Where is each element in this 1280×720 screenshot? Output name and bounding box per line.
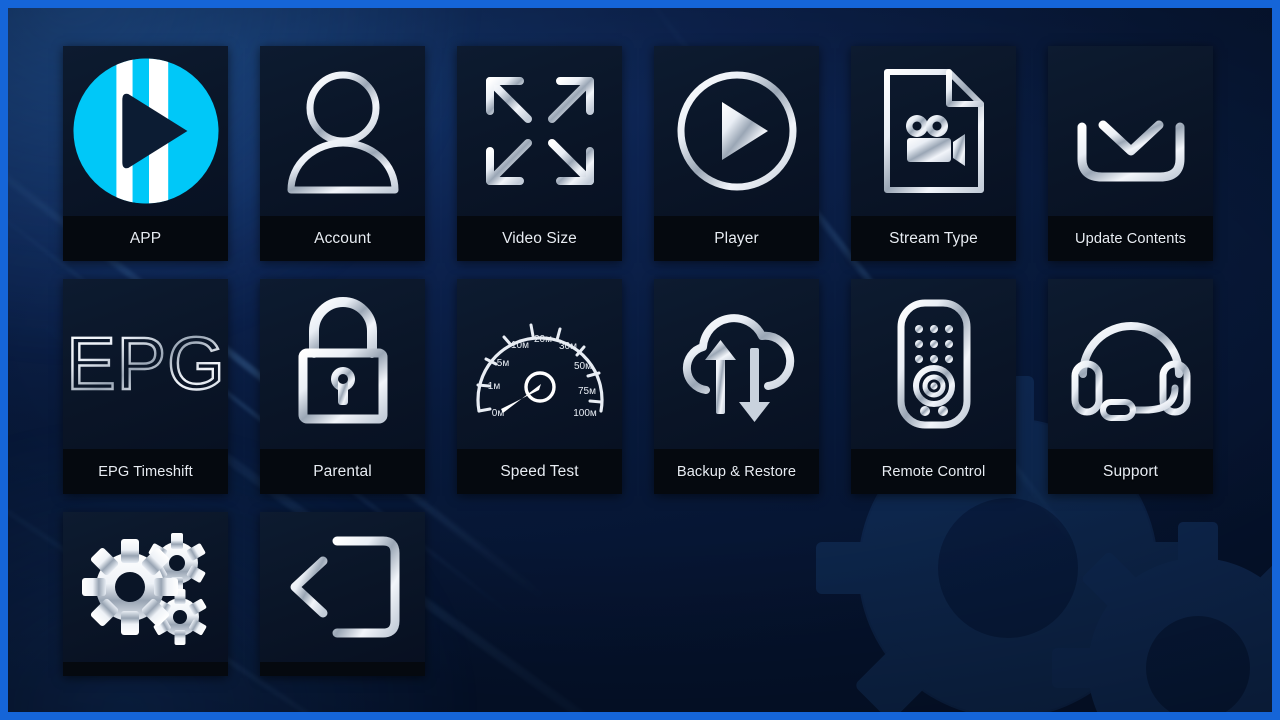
gauge-tick-4: 20м [534, 334, 552, 345]
settings-tile-grid: APP Account Video Size Player Stream Typ… [63, 46, 1223, 676]
gauge-tick-2: 5м [496, 358, 509, 369]
tile-update-contents[interactable]: Update Contents [1048, 46, 1213, 261]
gauge-tick-5: 30м [559, 341, 577, 352]
tile-backup-restore[interactable]: Backup & Restore [654, 279, 819, 494]
tile-logout[interactable] [260, 512, 425, 676]
gauge-tick-7: 75м [578, 386, 596, 397]
epg-text-icon: EPG [63, 279, 228, 449]
tile-label-video-size: Video Size [457, 216, 622, 261]
gears-settings-icon [63, 512, 228, 662]
tile-stream-type[interactable]: Stream Type [851, 46, 1016, 261]
gauge-tick-3: 10м [511, 340, 529, 351]
expand-arrows-icon [457, 46, 622, 216]
tile-epg-timeshift[interactable]: EPG EPG Timeshift [63, 279, 228, 494]
tile-speed-test[interactable]: 0м 1м 5м 10м 20м 30м 50м 75м 100м Speed … [457, 279, 622, 494]
epg-text-glyphs: EPG [66, 322, 225, 405]
tile-settings[interactable] [63, 512, 228, 676]
tile-video-size[interactable]: Video Size [457, 46, 622, 261]
document-video-camera-icon [851, 46, 1016, 216]
headset-support-icon [1048, 279, 1213, 449]
tile-label-update-contents: Update Contents [1048, 216, 1213, 261]
tile-label-parental: Parental [260, 449, 425, 494]
tile-remote-control[interactable]: Remote Control [851, 279, 1016, 494]
speedometer-gauge-icon: 0м 1м 5м 10м 20м 30м 50м 75м 100м [457, 279, 622, 449]
gauge-tick-8: 100м [573, 408, 597, 419]
gauge-tick-1: 1м [487, 381, 500, 392]
gear-large-main [81, 539, 178, 635]
user-person-icon [260, 46, 425, 216]
tv-remote-icon [851, 279, 1016, 449]
settings-screen: APP Account Video Size Player Stream Typ… [0, 0, 1280, 720]
tile-label-logout [260, 662, 425, 676]
tile-label-support: Support [1048, 449, 1213, 494]
tile-label-settings [63, 662, 228, 676]
tile-label-epg-timeshift: EPG Timeshift [63, 449, 228, 494]
app-logo-play-icon [63, 46, 228, 216]
tile-support[interactable]: Support [1048, 279, 1213, 494]
tile-account[interactable]: Account [260, 46, 425, 261]
tile-label-backup-restore: Backup & Restore [654, 449, 819, 494]
tile-parental[interactable]: Parental [260, 279, 425, 494]
tile-label-speed-test: Speed Test [457, 449, 622, 494]
tile-app[interactable]: APP [63, 46, 228, 261]
tile-label-remote-control: Remote Control [851, 449, 1016, 494]
tile-label-stream-type: Stream Type [851, 216, 1016, 261]
download-tray-icon [1048, 46, 1213, 216]
tile-label-player: Player [654, 216, 819, 261]
gauge-tick-6: 50м [574, 361, 592, 372]
tile-label-app: APP [63, 216, 228, 261]
logout-exit-icon [260, 512, 425, 662]
padlock-icon [260, 279, 425, 449]
play-circle-icon [654, 46, 819, 216]
tile-label-account: Account [260, 216, 425, 261]
cloud-sync-arrows-icon [654, 279, 819, 449]
tile-player[interactable]: Player [654, 46, 819, 261]
